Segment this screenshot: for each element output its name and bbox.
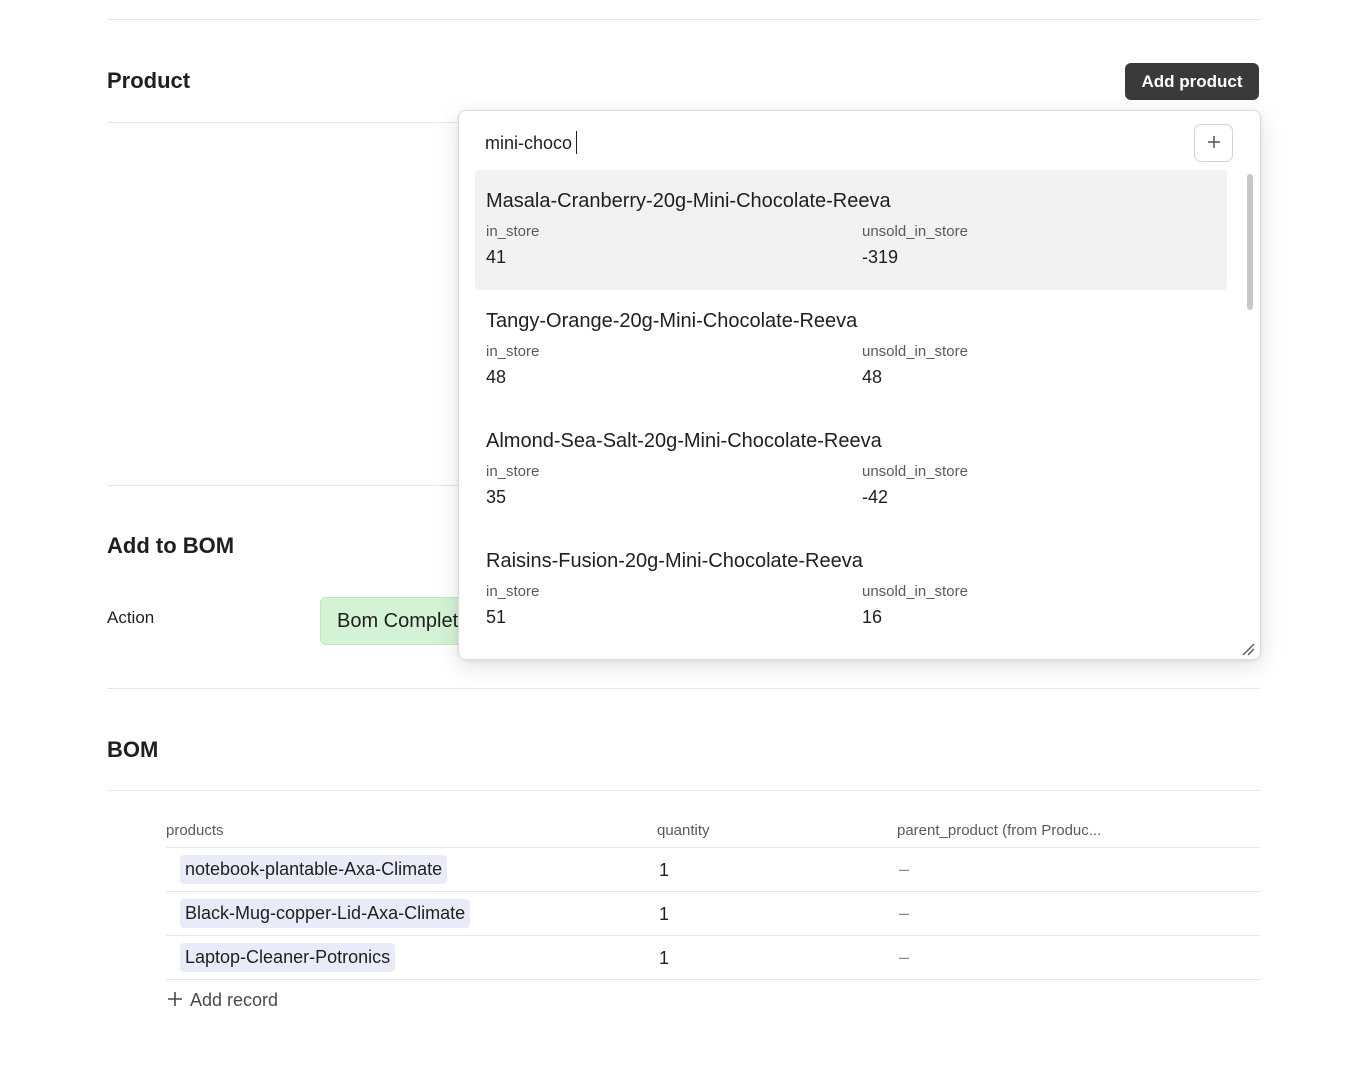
in-store-label: in_store xyxy=(486,223,540,240)
in-store-label: in_store xyxy=(486,343,540,360)
add-to-bom-title: Add to BOM xyxy=(107,533,235,558)
product-picker-dropdown: Masala-Cranberry-20g-Mini-Chocolate-Reev… xyxy=(458,110,1261,660)
bom-table: products quantity parent_product (from P… xyxy=(166,815,1259,980)
search-input[interactable] xyxy=(485,131,1165,155)
add-product-button[interactable]: Add product xyxy=(1125,63,1259,100)
table-header: products quantity parent_product (from P… xyxy=(166,815,1259,848)
product-chip[interactable]: Laptop-Cleaner-Potronics xyxy=(180,943,396,972)
product-section-title: Product xyxy=(107,68,191,93)
table-row[interactable]: Black-Mug-copper-Lid-Axa-Climate 1 – xyxy=(166,892,1259,936)
quantity-cell[interactable]: 1 xyxy=(659,860,669,881)
unsold-label: unsold_in_store xyxy=(862,223,968,240)
result-item[interactable]: Masala-Cranberry-20g-Mini-Chocolate-Reev… xyxy=(475,170,1227,290)
page: Product Add product Add to BOM Action Bo… xyxy=(0,0,1362,1090)
parent-product-cell[interactable]: – xyxy=(899,859,909,880)
result-name: Raisins-Fusion-20g-Mini-Chocolate-Reeva xyxy=(486,550,863,572)
text-cursor xyxy=(576,131,577,154)
add-record-label: Add record xyxy=(190,990,279,1010)
column-header-quantity[interactable]: quantity xyxy=(657,822,710,839)
column-header-products[interactable]: products xyxy=(166,822,224,839)
action-field-label: Action xyxy=(107,608,155,627)
in-store-value: 35 xyxy=(486,487,507,507)
results-list: Masala-Cranberry-20g-Mini-Chocolate-Reev… xyxy=(475,170,1227,650)
table-row[interactable]: notebook-plantable-Axa-Climate 1 – xyxy=(166,848,1259,892)
result-item[interactable]: Tangy-Orange-20g-Mini-Chocolate-Reeva in… xyxy=(475,290,1227,410)
scrollbar-thumb[interactable] xyxy=(1247,174,1253,310)
plus-icon xyxy=(1206,130,1222,156)
in-store-value: 48 xyxy=(486,367,507,387)
unsold-value: 16 xyxy=(862,607,883,627)
parent-product-cell[interactable]: – xyxy=(899,947,909,968)
unsold-value: -319 xyxy=(862,247,899,267)
table-row[interactable]: Laptop-Cleaner-Potronics 1 – xyxy=(166,936,1259,980)
unsold-label: unsold_in_store xyxy=(862,343,968,360)
in-store-value: 41 xyxy=(486,247,507,267)
quantity-cell[interactable]: 1 xyxy=(659,904,669,925)
quantity-cell[interactable]: 1 xyxy=(659,948,669,969)
parent-product-cell[interactable]: – xyxy=(899,903,909,924)
column-header-parent-product[interactable]: parent_product (from Produc... xyxy=(897,822,1101,839)
product-chip[interactable]: Black-Mug-copper-Lid-Axa-Climate xyxy=(180,899,471,928)
result-name: Masala-Cranberry-20g-Mini-Chocolate-Reev… xyxy=(486,190,891,212)
create-new-record-button[interactable] xyxy=(1194,124,1233,162)
divider xyxy=(107,19,1259,20)
divider xyxy=(107,790,1259,791)
add-record-button[interactable]: Add record xyxy=(166,990,278,1011)
result-name: Tangy-Orange-20g-Mini-Chocolate-Reeva xyxy=(486,310,858,332)
resize-handle-icon[interactable] xyxy=(1241,642,1255,656)
result-name: Almond-Sea-Salt-20g-Mini-Chocolate-Reeva xyxy=(486,430,882,452)
in-store-label: in_store xyxy=(486,463,540,480)
divider xyxy=(107,688,1259,689)
in-store-value: 51 xyxy=(486,607,507,627)
result-item[interactable]: Almond-Sea-Salt-20g-Mini-Chocolate-Reeva… xyxy=(475,410,1227,530)
unsold-value: -42 xyxy=(862,487,889,507)
bom-section-title: BOM xyxy=(107,737,159,762)
unsold-label: unsold_in_store xyxy=(862,463,968,480)
result-item[interactable]: Raisins-Fusion-20g-Mini-Chocolate-Reeva … xyxy=(475,530,1227,650)
in-store-label: in_store xyxy=(486,583,540,600)
plus-icon xyxy=(166,990,184,1011)
unsold-value: 48 xyxy=(862,367,883,387)
product-chip[interactable]: notebook-plantable-Axa-Climate xyxy=(180,855,448,884)
unsold-label: unsold_in_store xyxy=(862,583,968,600)
